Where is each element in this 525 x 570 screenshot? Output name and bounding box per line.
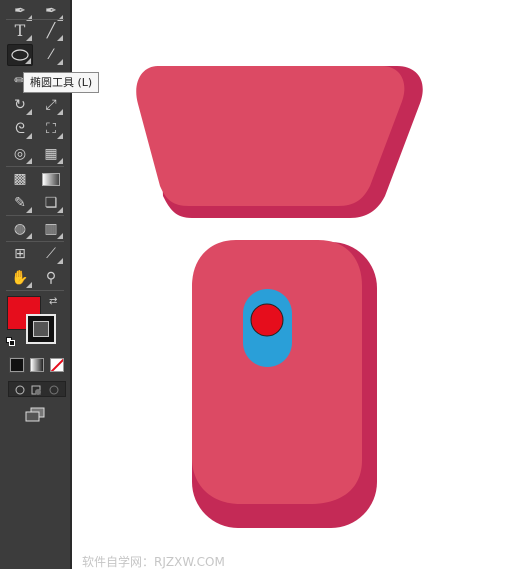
gradient-icon <box>42 172 60 186</box>
rotate-icon: ↻ <box>14 97 26 113</box>
perspective-grid-icon: ▦ <box>44 146 58 162</box>
slice-tool-button[interactable]: ⟋ <box>38 243 64 265</box>
gradient-tool-button[interactable] <box>38 168 64 190</box>
blend-icon: ❏ <box>44 195 58 211</box>
shape-builder-icon: ◎ <box>13 146 27 162</box>
funnel-shape[interactable] <box>136 66 405 206</box>
stroke-color-swatch[interactable] <box>26 314 56 344</box>
zoom-tool-button[interactable]: ⚲ <box>38 267 64 289</box>
perspective-grid-tool-button[interactable]: ▦ <box>38 143 64 165</box>
watermark-text: 软件自学网：RJZXW.COM <box>82 555 225 569</box>
toolbar-divider <box>6 241 64 242</box>
slice-icon: ⟋ <box>46 246 56 262</box>
eyedropper-tool-button[interactable]: ✎ <box>7 192 33 214</box>
mesh-tool-button[interactable]: ▩ <box>7 168 33 190</box>
line-segment-icon: ╱ <box>46 23 56 39</box>
eyedropper-icon: ✎ <box>14 195 26 211</box>
pen-icon: ✒ <box>14 3 26 19</box>
default-fill-stroke-icon[interactable] <box>6 337 15 346</box>
warp-icon: ᘓ <box>15 121 25 137</box>
indicator-button[interactable] <box>250 303 284 337</box>
symbol-sprayer-tool-button[interactable]: ◍ <box>7 218 33 240</box>
column-graph-tool-button[interactable]: ▥ <box>38 218 64 240</box>
mesh-icon: ▩ <box>13 171 27 187</box>
screen-mode-icon[interactable] <box>25 407 45 423</box>
ellipse-tool-button[interactable] <box>7 44 33 66</box>
drawing-modes-bar[interactable] <box>8 381 66 397</box>
rotate-tool-button[interactable]: ↻ <box>7 94 33 116</box>
drawing-mode-icons <box>15 385 59 395</box>
paintbrush-tool-button[interactable]: ⁄ <box>38 44 64 66</box>
toolbar-divider <box>6 215 64 216</box>
swap-fill-stroke-icon[interactable]: ⇄ <box>49 296 57 307</box>
symbol-sprayer-icon: ◍ <box>13 221 27 237</box>
paintbrush-icon: ⁄ <box>49 47 53 63</box>
none-mode-button[interactable] <box>50 358 64 372</box>
toolbar-divider <box>6 166 64 167</box>
scale-icon: ⤢ <box>45 97 57 113</box>
scale-tool-button[interactable]: ⤢ <box>38 94 64 116</box>
toolbar-divider <box>6 290 64 291</box>
column-graph-icon: ▥ <box>44 221 58 237</box>
free-transform-icon: ⛶ <box>46 121 56 137</box>
artboard-icon: ⊞ <box>14 246 26 262</box>
type-tool-button[interactable]: T <box>7 20 33 42</box>
shape-builder-tool-button[interactable]: ◎ <box>7 143 33 165</box>
artboard-canvas <box>136 66 423 528</box>
warp-tool-button[interactable]: ᘓ <box>7 118 33 140</box>
gradient-mode-button[interactable] <box>30 358 44 372</box>
zoom-icon: ⚲ <box>45 270 57 286</box>
hand-tool-button[interactable]: ✋ <box>7 267 33 289</box>
blend-tool-button[interactable]: ❏ <box>38 192 64 214</box>
line-segment-tool-button[interactable]: ╱ <box>38 20 64 42</box>
body-shape[interactable] <box>192 240 362 504</box>
artboard-tool-button[interactable]: ⊞ <box>7 243 33 265</box>
type-icon: T <box>14 21 26 40</box>
curvature-pen-icon: ✒ <box>45 3 57 19</box>
free-transform-tool-button[interactable]: ⛶ <box>38 118 64 140</box>
color-mode-button[interactable] <box>9 357 25 373</box>
